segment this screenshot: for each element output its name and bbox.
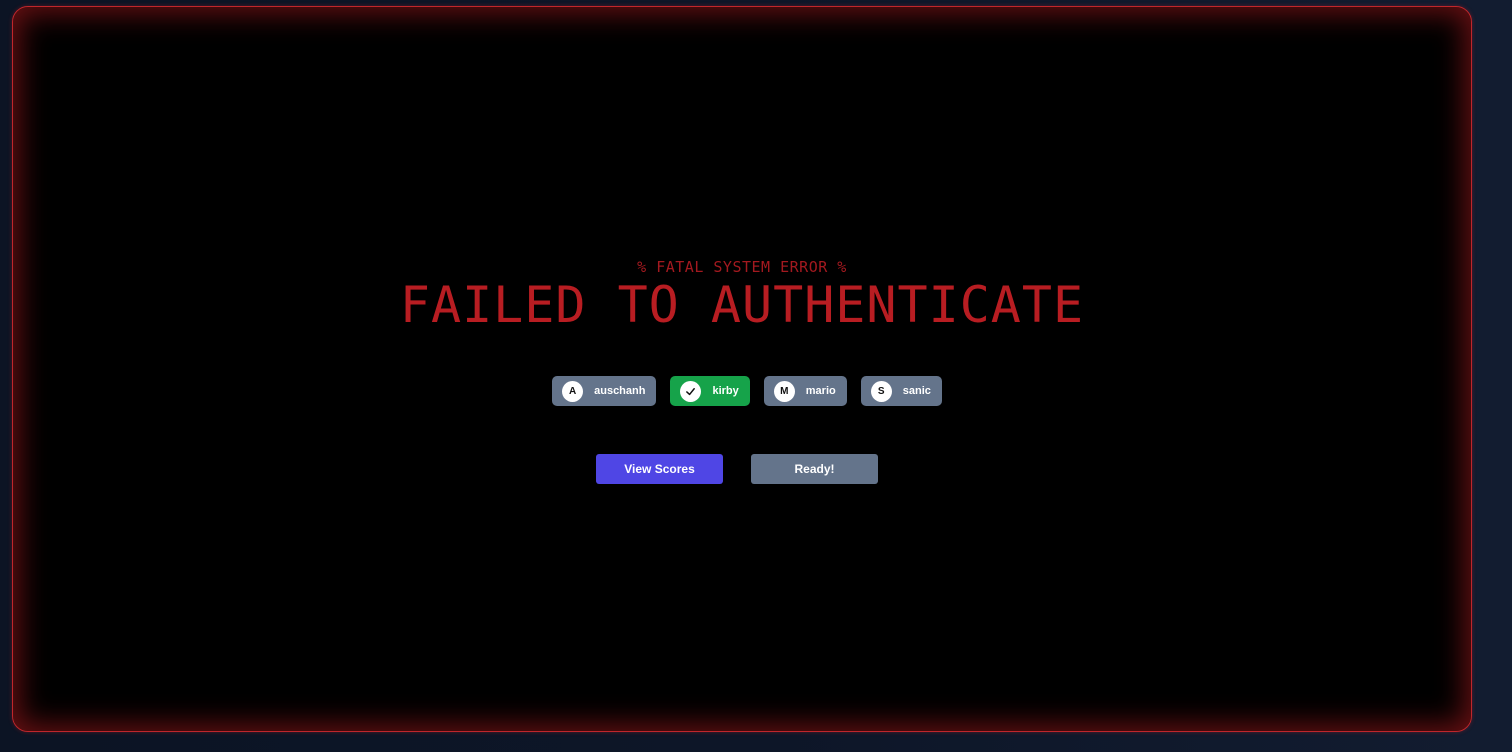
- player-list: A auschanh kirby M mario S sanic: [13, 376, 1471, 406]
- checkmark-icon: [680, 380, 702, 402]
- player-avatar: S: [870, 380, 892, 402]
- action-bar: View Scores Ready!: [13, 454, 1471, 484]
- player-name: sanic: [902, 385, 931, 397]
- error-headline: FAILED TO AUTHENTICATE: [399, 276, 1085, 334]
- player-avatar: A: [562, 380, 584, 402]
- player-chip-kirby[interactable]: kirby: [670, 376, 750, 406]
- player-name: auschanh: [594, 385, 646, 397]
- error-subtitle: % FATAL SYSTEM ERROR %: [637, 258, 847, 276]
- player-name: kirby: [712, 385, 739, 397]
- player-name: mario: [805, 385, 836, 397]
- ready-button[interactable]: Ready!: [751, 454, 878, 484]
- player-chip-mario[interactable]: M mario: [763, 376, 847, 406]
- error-screen-frame: % FATAL SYSTEM ERROR % FAILED TO AUTHENT…: [12, 6, 1472, 732]
- player-avatar: M: [773, 380, 795, 402]
- player-chip-sanic[interactable]: S sanic: [860, 376, 942, 406]
- player-chip-auschanh[interactable]: A auschanh: [552, 376, 657, 406]
- view-scores-button[interactable]: View Scores: [596, 454, 723, 484]
